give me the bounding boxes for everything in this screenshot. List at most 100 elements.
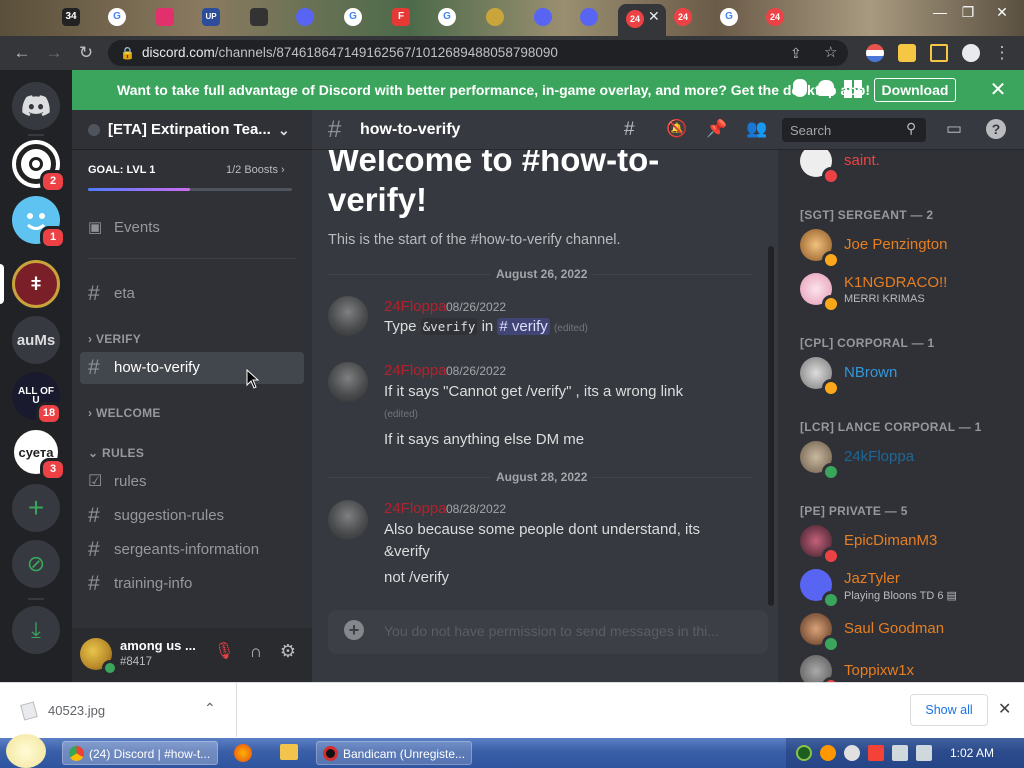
- boost-count[interactable]: 1/2 Boosts ›: [226, 164, 285, 176]
- channel-sergeants-information[interactable]: # sergeants-information: [80, 534, 304, 566]
- category-verify[interactable]: › VERIFY: [88, 332, 141, 346]
- forward-icon[interactable]: →: [42, 42, 66, 64]
- member-item[interactable]: NBrown: [800, 352, 1020, 397]
- google-tab-icon[interactable]: G: [108, 8, 126, 26]
- bookmark-star-icon[interactable]: ☆: [824, 40, 837, 66]
- username[interactable]: among us ...: [120, 638, 196, 653]
- close-banner-icon[interactable]: ✕: [986, 78, 1010, 102]
- discord-tab-icon[interactable]: [296, 8, 314, 26]
- member-item[interactable]: 24kFloppa: [800, 436, 1020, 481]
- discord-tab-icon[interactable]: [534, 8, 552, 26]
- close-shelf-icon[interactable]: ✕: [998, 699, 1011, 719]
- chevron-up-icon[interactable]: ⌃: [204, 700, 216, 717]
- muted-mic-icon[interactable]: 🎙: [214, 642, 234, 662]
- server-icon-aums[interactable]: auMs: [12, 316, 60, 364]
- message-author[interactable]: 24Floppa: [384, 500, 447, 517]
- steam-tab-icon[interactable]: [250, 8, 268, 26]
- active-tab[interactable]: 24 ✕: [618, 4, 666, 36]
- message-author[interactable]: 24Floppa: [384, 298, 447, 315]
- threads-icon[interactable]: #: [624, 119, 635, 141]
- tray-flag-icon[interactable]: [868, 745, 884, 761]
- message-author[interactable]: 24Floppa: [384, 362, 447, 379]
- firefox-icon[interactable]: [234, 744, 252, 762]
- member-item[interactable]: EpicDimanM3: [800, 520, 1020, 565]
- settings-gear-icon[interactable]: ⚙: [278, 641, 298, 661]
- search-input[interactable]: Search ⚲: [782, 118, 926, 142]
- restore-icon[interactable]: ❐: [956, 2, 980, 22]
- minimize-icon[interactable]: —: [928, 2, 952, 22]
- member-item[interactable]: Saul Goodman: [800, 608, 1020, 653]
- tab-favicon[interactable]: UP: [202, 8, 220, 26]
- tray-icon[interactable]: [844, 745, 860, 761]
- help-icon[interactable]: ?: [986, 119, 1006, 139]
- category-rules[interactable]: ⌄ RULES: [88, 446, 144, 460]
- channel-how-to-verify[interactable]: # how-to-verify: [80, 352, 304, 384]
- download-filename[interactable]: 40523.jpg: [48, 703, 105, 718]
- google-tab-icon[interactable]: G: [720, 8, 738, 26]
- download-button[interactable]: Download: [874, 78, 956, 102]
- chrome-menu-icon[interactable]: ⋮: [990, 42, 1014, 64]
- back-icon[interactable]: ←: [10, 42, 34, 64]
- category-welcome[interactable]: › WELCOME: [88, 406, 161, 420]
- instagram-tab-icon[interactable]: [156, 8, 174, 26]
- attach-plus-icon[interactable]: +: [344, 620, 364, 640]
- channel-rules[interactable]: ☑ rules: [80, 466, 304, 498]
- extension-icon[interactable]: [866, 44, 884, 62]
- download-apps-icon[interactable]: ⤓: [12, 606, 60, 654]
- profile-icon[interactable]: [962, 44, 980, 62]
- network-icon[interactable]: [892, 745, 908, 761]
- sidebar-scrollbar[interactable]: [304, 150, 310, 620]
- extensions-puzzle-icon[interactable]: [898, 44, 916, 62]
- member-item[interactable]: saint.: [800, 150, 1020, 185]
- discord-home-icon[interactable]: [12, 82, 60, 130]
- pin-icon[interactable]: 📌: [706, 119, 727, 139]
- file-explorer-icon[interactable]: [280, 744, 298, 760]
- tab-favicon[interactable]: 34: [62, 8, 80, 26]
- start-button[interactable]: [6, 734, 46, 768]
- author-avatar[interactable]: [328, 296, 368, 336]
- tray-record-icon[interactable]: [796, 745, 812, 761]
- channel-training-info[interactable]: # training-info: [80, 568, 304, 600]
- member-list-icon[interactable]: 👥: [746, 119, 767, 139]
- url-field[interactable]: 🔒 discord.com/channels/87461864714916256…: [108, 40, 848, 66]
- taskbar-item-discord[interactable]: (24) Discord | #how-t...: [62, 741, 218, 765]
- discord-tab-icon[interactable]: 24: [674, 8, 692, 26]
- mute-bell-icon[interactable]: 🔕: [666, 119, 687, 139]
- channel-suggestion-rules[interactable]: # suggestion-rules: [80, 500, 304, 532]
- share-icon[interactable]: ⇪: [790, 40, 802, 66]
- google-tab-icon[interactable]: G: [344, 8, 362, 26]
- author-avatar[interactable]: [328, 362, 368, 402]
- tab-favicon[interactable]: [486, 8, 504, 26]
- guild-header[interactable]: [ETA] Extirpation Tea... ⌄: [72, 110, 312, 150]
- close-window-icon[interactable]: ✕: [990, 2, 1014, 22]
- inbox-icon[interactable]: ▭: [946, 119, 962, 139]
- headphones-icon[interactable]: ∩: [246, 642, 266, 662]
- eta-crest-icon: ǂ: [30, 273, 42, 294]
- show-all-button[interactable]: Show all: [910, 694, 988, 726]
- explore-compass-icon[interactable]: ⊘: [12, 540, 60, 588]
- channel-eta[interactable]: # eta: [80, 278, 304, 310]
- eta-server-icon[interactable]: ǂ: [12, 260, 60, 308]
- author-avatar[interactable]: [328, 500, 368, 540]
- tray-search-icon[interactable]: [820, 745, 836, 761]
- close-tab-icon[interactable]: ✕: [648, 8, 660, 25]
- side-panel-icon[interactable]: [930, 44, 948, 62]
- channel-mention[interactable]: # verify: [497, 318, 550, 335]
- chat-scrollbar[interactable]: [768, 246, 774, 606]
- clock[interactable]: 1:02 AM: [950, 746, 994, 760]
- reload-icon[interactable]: ↻: [74, 42, 98, 64]
- volume-icon[interactable]: [916, 745, 932, 761]
- google-tab-icon[interactable]: G: [438, 8, 456, 26]
- discord-tab-icon[interactable]: 24: [766, 8, 784, 26]
- events-item[interactable]: ▣ Events: [80, 212, 304, 244]
- taskbar-item-bandicam[interactable]: Bandicam (Unregiste...: [316, 741, 472, 765]
- message-input[interactable]: + You do not have permission to send mes…: [328, 610, 768, 654]
- lock-icon[interactable]: 🔒: [120, 40, 135, 66]
- member-item[interactable]: Toppixw1x: [800, 650, 1020, 682]
- add-server-icon[interactable]: +: [12, 484, 60, 532]
- tab-favicon[interactable]: F: [392, 8, 410, 26]
- discord-tab-icon[interactable]: [580, 8, 598, 26]
- member-item[interactable]: K1NGDRACO!! MERRI KRIMAS: [800, 268, 1020, 313]
- member-item[interactable]: JazTyler Playing Bloons TD 6 ▤: [800, 564, 1020, 609]
- member-item[interactable]: Joe Penzington: [800, 224, 1020, 269]
